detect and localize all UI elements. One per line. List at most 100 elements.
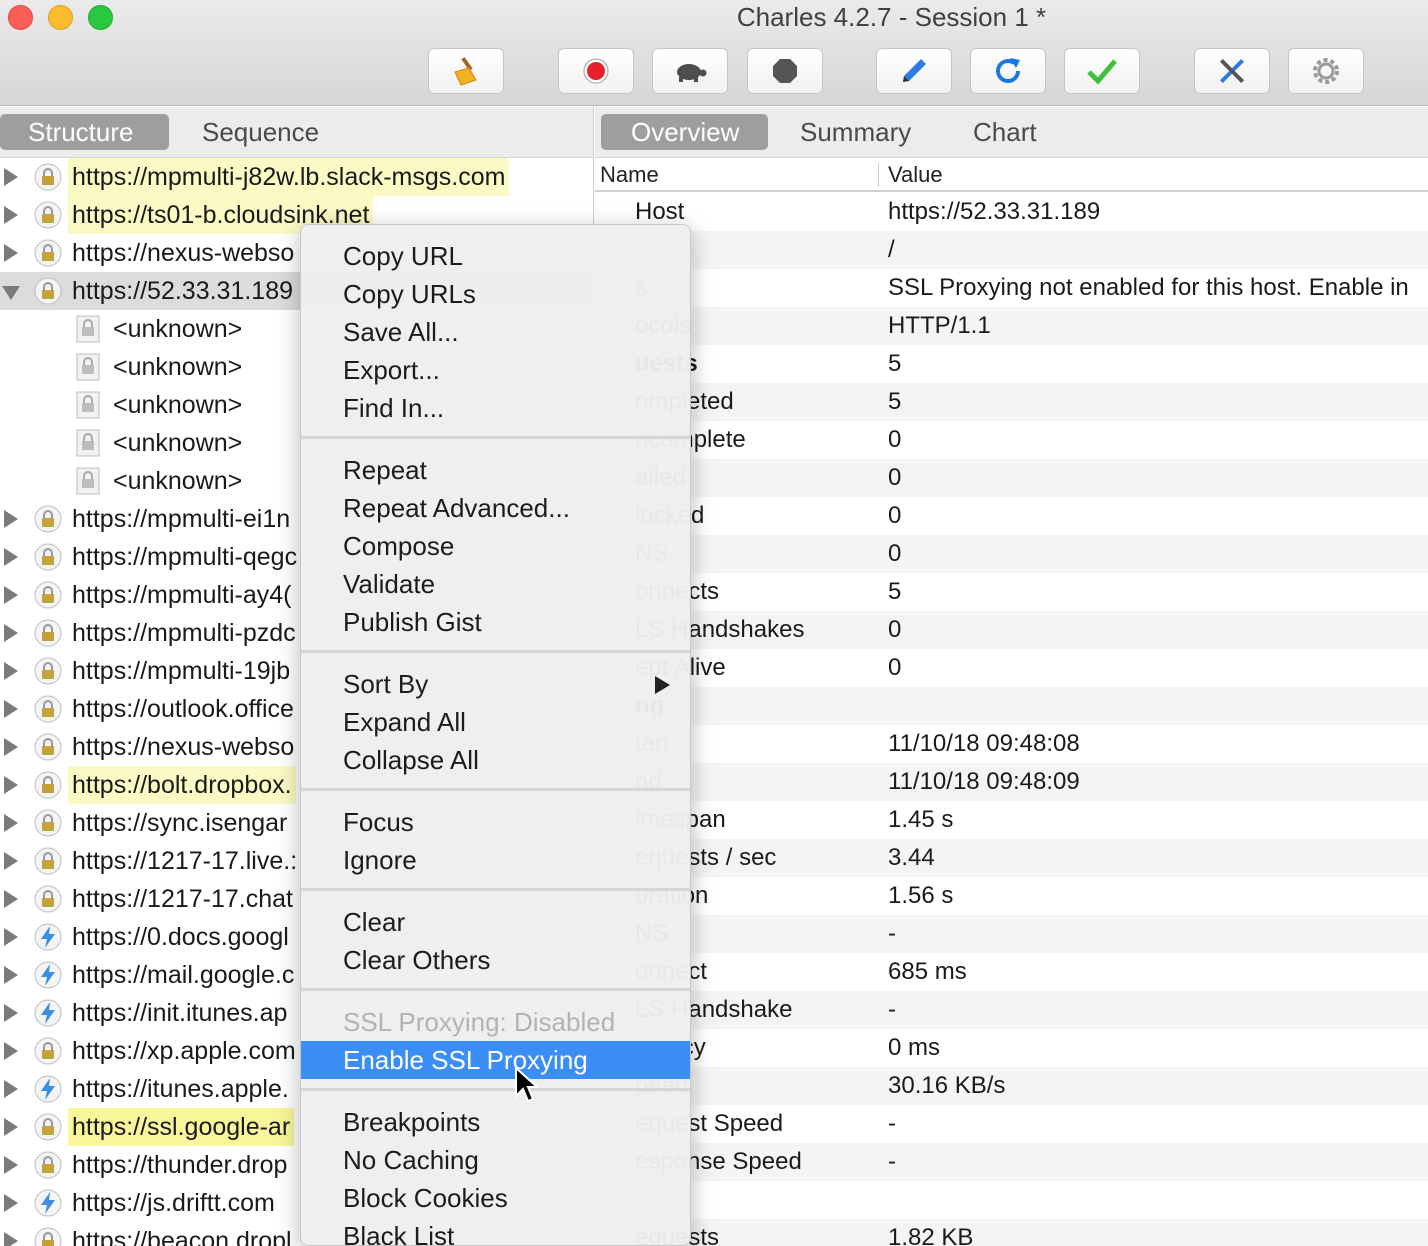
disclosure-collapsed-icon[interactable] bbox=[4, 1042, 18, 1060]
disclosure-collapsed-icon[interactable] bbox=[4, 776, 18, 794]
overview-row[interactable]: atency0 ms bbox=[595, 1029, 1428, 1067]
disclosure-collapsed-icon[interactable] bbox=[4, 1232, 18, 1246]
pen-icon bbox=[903, 59, 926, 82]
menu-item-breakpoints[interactable]: Breakpoints bbox=[301, 1103, 690, 1141]
tab-chart[interactable]: Chart bbox=[959, 114, 1051, 150]
edit-button[interactable] bbox=[876, 48, 952, 94]
overview-row[interactable]: nd11/10/18 09:48:09 bbox=[595, 763, 1428, 801]
disclosure-collapsed-icon[interactable] bbox=[4, 928, 18, 946]
menu-item-enable-ssl-proxying[interactable]: Enable SSL Proxying bbox=[301, 1041, 690, 1079]
record-button[interactable] bbox=[558, 48, 634, 94]
menu-item-block-cookies[interactable]: Block Cookies bbox=[301, 1179, 690, 1217]
overview-row[interactable]: peed30.16 KB/s bbox=[595, 1067, 1428, 1105]
tree-row-label: https://nexus-webso bbox=[72, 733, 295, 761]
overview-row[interactable]: NS- bbox=[595, 915, 1428, 953]
disclosure-collapsed-icon[interactable] bbox=[4, 244, 18, 262]
overview-row[interactable]: equests / sec 3.44 bbox=[595, 839, 1428, 877]
column-header-value[interactable]: Value bbox=[888, 162, 943, 188]
disclosure-collapsed-icon[interactable] bbox=[4, 206, 18, 224]
tab-summary[interactable]: Summary bbox=[786, 114, 925, 150]
overview-row[interactable]: LS Handshakes 0 bbox=[595, 611, 1428, 649]
disclosure-collapsed-icon[interactable] bbox=[4, 1118, 18, 1136]
tree-row-label: https://nexus-webso bbox=[72, 239, 295, 267]
disclosure-collapsed-icon[interactable] bbox=[4, 662, 18, 680]
tab-structure[interactable]: Structure bbox=[0, 114, 169, 150]
menu-item-clear-others[interactable]: Clear Others bbox=[301, 941, 690, 979]
disclosure-collapsed-icon[interactable] bbox=[4, 814, 18, 832]
tab-overview[interactable]: Overview bbox=[601, 114, 768, 150]
disclosure-collapsed-icon[interactable] bbox=[4, 1194, 18, 1212]
disclosure-expanded-icon[interactable] bbox=[2, 286, 20, 300]
disclosure-collapsed-icon[interactable] bbox=[4, 548, 18, 566]
menu-item-expand-all[interactable]: Expand All bbox=[301, 703, 690, 741]
overview-row[interactable]: equest Speed - bbox=[595, 1105, 1428, 1143]
menu-item-export[interactable]: Export... bbox=[301, 351, 690, 389]
overview-row[interactable] bbox=[595, 1181, 1428, 1219]
stop-button[interactable] bbox=[747, 48, 823, 94]
disclosure-collapsed-icon[interactable] bbox=[4, 510, 18, 528]
overview-row[interactable]: onnect685 ms bbox=[595, 953, 1428, 991]
overview-row[interactable]: ocolsHTTP/1.1 bbox=[595, 307, 1428, 345]
lock-icon bbox=[33, 732, 63, 762]
disclosure-collapsed-icon[interactable] bbox=[4, 700, 18, 718]
menu-item-copy-url[interactable]: Copy URL bbox=[301, 237, 690, 275]
settings-button[interactable] bbox=[1288, 48, 1364, 94]
overview-row[interactable]: locked0 bbox=[595, 497, 1428, 535]
tab-sequence[interactable]: Sequence bbox=[188, 114, 333, 150]
disclosure-collapsed-icon[interactable] bbox=[4, 966, 18, 984]
overview-row[interactable]: ncomplete0 bbox=[595, 421, 1428, 459]
tools-button[interactable] bbox=[1194, 48, 1270, 94]
validate-button[interactable] bbox=[1064, 48, 1140, 94]
overview-row-value: https://52.33.31.189 bbox=[888, 198, 1101, 225]
overview-row[interactable]: NS0 bbox=[595, 535, 1428, 573]
menu-item-focus[interactable]: Focus bbox=[301, 803, 690, 841]
menu-item-repeat[interactable]: Repeat bbox=[301, 451, 690, 489]
disclosure-collapsed-icon[interactable] bbox=[4, 168, 18, 186]
overview-row[interactable]: ept Alive0 bbox=[595, 649, 1428, 687]
overview-row[interactable]: esponse Speed - bbox=[595, 1143, 1428, 1181]
menu-item-collapse-all[interactable]: Collapse All bbox=[301, 741, 690, 779]
menu-item-save-all[interactable]: Save All... bbox=[301, 313, 690, 351]
menu-item-validate[interactable]: Validate bbox=[301, 565, 690, 603]
overview-row[interactable]: ompleted5 bbox=[595, 383, 1428, 421]
disclosure-collapsed-icon[interactable] bbox=[4, 586, 18, 604]
disclosure-collapsed-icon[interactable] bbox=[4, 624, 18, 642]
menu-item-black-list[interactable]: Black List bbox=[301, 1217, 690, 1245]
overview-row[interactable]: equests1.82 KB bbox=[595, 1219, 1428, 1246]
tree-host-row[interactable]: https://mpmulti-j82w.lb.slack-msgs.com bbox=[0, 158, 593, 196]
disclosure-collapsed-icon[interactable] bbox=[4, 852, 18, 870]
disclosure-collapsed-icon[interactable] bbox=[4, 738, 18, 756]
menu-item-clear[interactable]: Clear bbox=[301, 903, 690, 941]
throttle-button[interactable] bbox=[652, 48, 728, 94]
overview-row[interactable]: imespan1.45 s bbox=[595, 801, 1428, 839]
overview-row[interactable]: uests5 bbox=[595, 345, 1428, 383]
overview-row[interactable]: sSSL Proxying not enabled for this host.… bbox=[595, 269, 1428, 307]
overview-row[interactable]: LS Handshake - bbox=[595, 991, 1428, 1029]
overview-row-value: 0 bbox=[888, 502, 902, 529]
clear-session-button[interactable] bbox=[428, 48, 504, 94]
menu-item-no-caching[interactable]: No Caching bbox=[301, 1141, 690, 1179]
overview-row-value: 11/10/18 09:48:08 bbox=[888, 730, 1080, 757]
menu-item-ignore[interactable]: Ignore bbox=[301, 841, 690, 879]
menu-item-publish-gist[interactable]: Publish Gist bbox=[301, 603, 690, 641]
repeat-button[interactable] bbox=[970, 48, 1046, 94]
disclosure-collapsed-icon[interactable] bbox=[4, 1156, 18, 1174]
menu-item-repeat-advanced[interactable]: Repeat Advanced... bbox=[301, 489, 690, 527]
overview-row[interactable]: tart11/10/18 09:48:08 bbox=[595, 725, 1428, 763]
overview-row[interactable]: Host https://52.33.31.189 bbox=[595, 193, 1428, 231]
overview-row[interactable]: uration1.56 s bbox=[595, 877, 1428, 915]
overview-row[interactable]: ng bbox=[595, 687, 1428, 725]
menu-item-find-in[interactable]: Find In... bbox=[301, 389, 690, 427]
overview-row[interactable]: ailed0 bbox=[595, 459, 1428, 497]
overview-row[interactable]: / bbox=[595, 231, 1428, 269]
menu-item-copy-urls[interactable]: Copy URLs bbox=[301, 275, 690, 313]
disclosure-collapsed-icon[interactable] bbox=[4, 890, 18, 908]
column-divider[interactable] bbox=[878, 163, 879, 187]
menu-item-compose[interactable]: Compose bbox=[301, 527, 690, 565]
disclosure-collapsed-icon[interactable] bbox=[4, 1080, 18, 1098]
disclosure-collapsed-icon[interactable] bbox=[4, 1004, 18, 1022]
menu-item-sort-by[interactable]: Sort By bbox=[301, 665, 690, 703]
overview-row[interactable]: onnects5 bbox=[595, 573, 1428, 611]
column-header-name[interactable]: Name bbox=[600, 162, 659, 188]
tree-row-label: <unknown> bbox=[113, 353, 243, 381]
